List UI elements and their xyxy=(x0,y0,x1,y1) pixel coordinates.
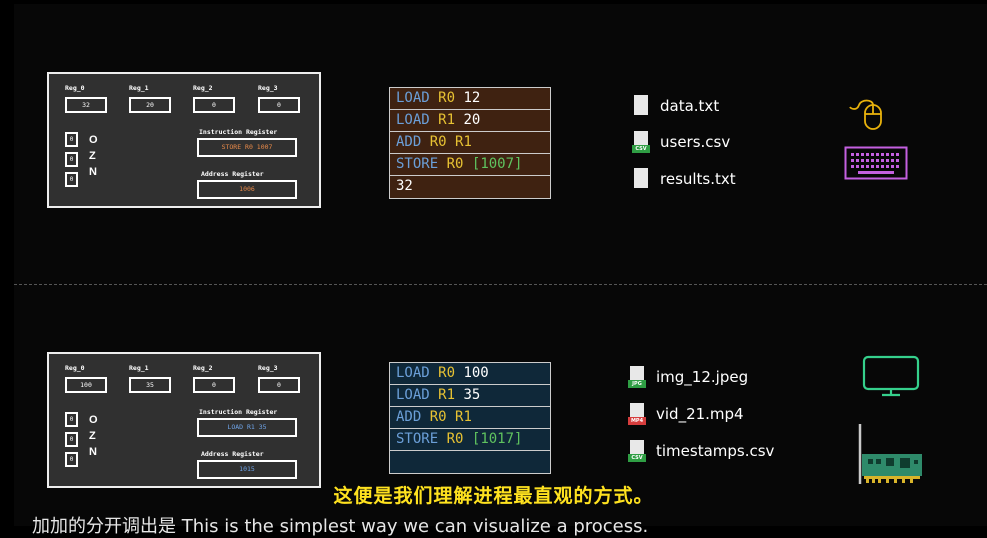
network-card-icon xyxy=(858,424,922,484)
flag-box: 0 xyxy=(65,172,78,187)
address-register-label: Address Register xyxy=(201,450,264,458)
file-item: MP4 vid_21.mp4 xyxy=(628,403,744,425)
flag-label: O xyxy=(89,414,98,426)
register-box: 32 xyxy=(65,97,107,113)
register-box: 0 xyxy=(258,97,300,113)
reg-label: Reg_2 xyxy=(193,364,213,372)
mouse-icon xyxy=(849,99,882,130)
flag-label: Z xyxy=(89,150,96,162)
instruction-register-label: Instruction Register xyxy=(199,408,278,416)
instruction-row: LOAD R0 12 xyxy=(390,88,550,110)
flag-box: 0 xyxy=(65,452,78,467)
reg-label: Reg_3 xyxy=(258,364,278,372)
image-file-icon: JPG xyxy=(628,366,646,388)
reg-label: Reg_1 xyxy=(129,364,149,372)
file-name: img_12.jpeg xyxy=(656,368,749,386)
cpu-panel-bottom: Reg_0 Reg_1 Reg_2 Reg_3 100 35 0 0 0 0 0… xyxy=(47,352,321,488)
register-box: 0 xyxy=(258,377,300,393)
reg-label: Reg_2 xyxy=(193,84,213,92)
register-box: 35 xyxy=(129,377,171,393)
file-item: results.txt xyxy=(632,168,736,190)
reg-label: Reg_0 xyxy=(65,364,85,372)
cpu-panel-top: Reg_0 Reg_1 Reg_2 Reg_3 32 20 0 0 0 0 0 … xyxy=(47,72,321,208)
flag-label: Z xyxy=(89,430,96,442)
flag-box: 0 xyxy=(65,132,78,147)
video-file-icon: MP4 xyxy=(628,403,646,425)
reg-label: Reg_3 xyxy=(258,84,278,92)
instruction-row xyxy=(390,451,550,473)
instruction-register-box: STORE R0 1007 xyxy=(197,138,297,157)
register-box: 20 xyxy=(129,97,171,113)
file-item: data.txt xyxy=(632,95,719,117)
flag-label: N xyxy=(89,166,97,178)
address-register-box: 1006 xyxy=(197,180,297,199)
flag-box: 0 xyxy=(65,152,78,167)
flag-label: N xyxy=(89,446,97,458)
subtitle-chinese: 这便是我们理解进程最直观的方式。 xyxy=(333,485,654,507)
instruction-register-label: Instruction Register xyxy=(199,128,278,136)
instruction-list-bottom: LOAD R0 100 LOAD R1 35 ADD R0 R1 STORE R… xyxy=(389,362,551,474)
csv-file-icon: CSV xyxy=(632,131,650,153)
file-name: users.csv xyxy=(660,133,731,151)
register-box: 0 xyxy=(193,377,235,393)
address-register-label: Address Register xyxy=(201,170,264,178)
file-name: timestamps.csv xyxy=(656,442,775,460)
register-box: 0 xyxy=(193,97,235,113)
address-register-box: 1015 xyxy=(197,460,297,479)
text-file-icon xyxy=(632,95,650,117)
reg-label: Reg_0 xyxy=(65,84,85,92)
instruction-row: 32 xyxy=(390,176,550,198)
flag-box: 0 xyxy=(65,412,78,427)
instruction-row: LOAD R0 100 xyxy=(390,363,550,385)
csv-file-icon: CSV xyxy=(628,440,646,462)
flag-box: 0 xyxy=(65,432,78,447)
file-name: data.txt xyxy=(660,97,720,115)
instruction-row: ADD R0 R1 xyxy=(390,132,550,154)
section-divider xyxy=(14,284,987,285)
instruction-row: LOAD R1 20 xyxy=(390,110,550,132)
instruction-register-box: LOAD R1 35 xyxy=(197,418,297,437)
instruction-row: STORE R0 [1017] xyxy=(390,429,550,451)
instruction-row: LOAD R1 35 xyxy=(390,385,550,407)
file-item: CSV timestamps.csv xyxy=(628,440,774,462)
instruction-list-top: LOAD R0 12 LOAD R1 20 ADD R0 R1 STORE R0… xyxy=(389,87,551,199)
instruction-row: ADD R0 R1 xyxy=(390,407,550,429)
file-item: JPG img_12.jpeg xyxy=(628,366,748,388)
flag-label: O xyxy=(89,134,98,146)
file-item: CSV users.csv xyxy=(632,131,730,153)
register-box: 100 xyxy=(65,377,107,393)
keyboard-icon xyxy=(844,146,908,180)
text-file-icon xyxy=(632,168,650,190)
instruction-row: STORE R0 [1007] xyxy=(390,154,550,176)
monitor-icon xyxy=(862,355,920,397)
subtitle-bottom-line: 加加的分开调出是 This is the simplest way we can… xyxy=(32,516,649,537)
file-name: results.txt xyxy=(660,170,736,188)
reg-label: Reg_1 xyxy=(129,84,149,92)
file-name: vid_21.mp4 xyxy=(656,405,744,423)
